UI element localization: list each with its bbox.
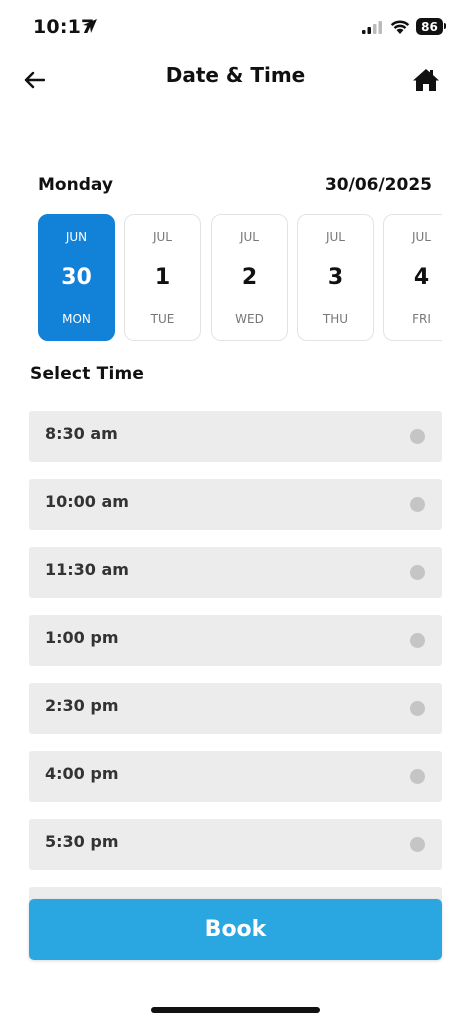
time-slot[interactable]: 10:00 am <box>29 479 442 530</box>
home-icon <box>413 69 439 91</box>
date-card-month: JUL <box>239 230 259 244</box>
radio-button[interactable] <box>410 701 425 716</box>
time-slot-label: 1:00 pm <box>45 628 119 647</box>
battery-tip <box>444 23 446 29</box>
time-slot[interactable]: 8:30 am <box>29 411 442 462</box>
time-slot[interactable]: 4:00 pm <box>29 751 442 802</box>
time-slot-label: 11:30 am <box>45 560 129 579</box>
time-slot-label: 4:00 pm <box>45 764 119 783</box>
radio-button[interactable] <box>410 429 425 444</box>
location-arrow-icon <box>83 19 97 33</box>
date-card-jun-30[interactable]: JUN 30 MON <box>38 214 115 341</box>
date-card-day: 1 <box>154 265 171 290</box>
date-card-month: JUN <box>65 230 88 244</box>
date-card-day: 2 <box>241 265 258 290</box>
battery-indicator: 86 <box>416 18 443 35</box>
date-strip[interactable]: JUN 30 MON JUL 1 TUE JUL 2 WED JUL 3 THU… <box>38 214 442 342</box>
date-card-month: JUL <box>325 230 345 244</box>
date-card-month: JUL <box>411 230 431 244</box>
time-slot-label: 2:30 pm <box>45 696 119 715</box>
section-title-select-time: Select Time <box>30 364 145 384</box>
date-card-weekday: WED <box>235 312 264 326</box>
wifi-icon <box>390 20 410 34</box>
time-slot-label: 8:30 am <box>45 424 118 443</box>
selected-weekday: Monday <box>38 175 113 195</box>
time-slot[interactable]: 2:30 pm <box>29 683 442 734</box>
page-title: Date & Time <box>165 63 306 87</box>
radio-button[interactable] <box>410 837 425 852</box>
book-button[interactable]: Book <box>29 899 442 960</box>
home-indicator[interactable] <box>151 1007 320 1013</box>
radio-button[interactable] <box>410 769 425 784</box>
date-card-jul-1[interactable]: JUL 1 TUE <box>124 214 201 341</box>
home-button[interactable] <box>410 66 442 94</box>
date-card-day: 4 <box>413 265 430 290</box>
time-slot-label: 5:30 pm <box>45 832 119 851</box>
time-slot-label: 10:00 am <box>45 492 129 511</box>
date-card-jul-3[interactable]: JUL 3 THU <box>297 214 374 341</box>
status-bar: 10:17 86 <box>0 0 471 56</box>
radio-button[interactable] <box>410 633 425 648</box>
selected-date: 30/06/2025 <box>324 175 432 195</box>
time-slot[interactable]: 5:30 pm <box>29 819 442 870</box>
date-card-weekday: FRI <box>412 312 431 326</box>
date-card-weekday: THU <box>322 312 349 326</box>
radio-button[interactable] <box>410 565 425 580</box>
date-card-jul-4[interactable]: JUL 4 FRI <box>383 214 442 341</box>
cellular-signal-icon <box>362 21 382 34</box>
battery-level: 86 <box>421 19 438 34</box>
date-card-day: 3 <box>327 265 344 290</box>
time-slot[interactable]: 11:30 am <box>29 547 442 598</box>
date-card-weekday: MON <box>62 312 91 326</box>
date-card-weekday: TUE <box>150 312 175 326</box>
radio-button[interactable] <box>410 497 425 512</box>
time-slot[interactable]: 1:00 pm <box>29 615 442 666</box>
date-card-day: 30 <box>61 265 92 290</box>
date-card-month: JUL <box>152 230 172 244</box>
date-card-jul-2[interactable]: JUL 2 WED <box>211 214 288 341</box>
